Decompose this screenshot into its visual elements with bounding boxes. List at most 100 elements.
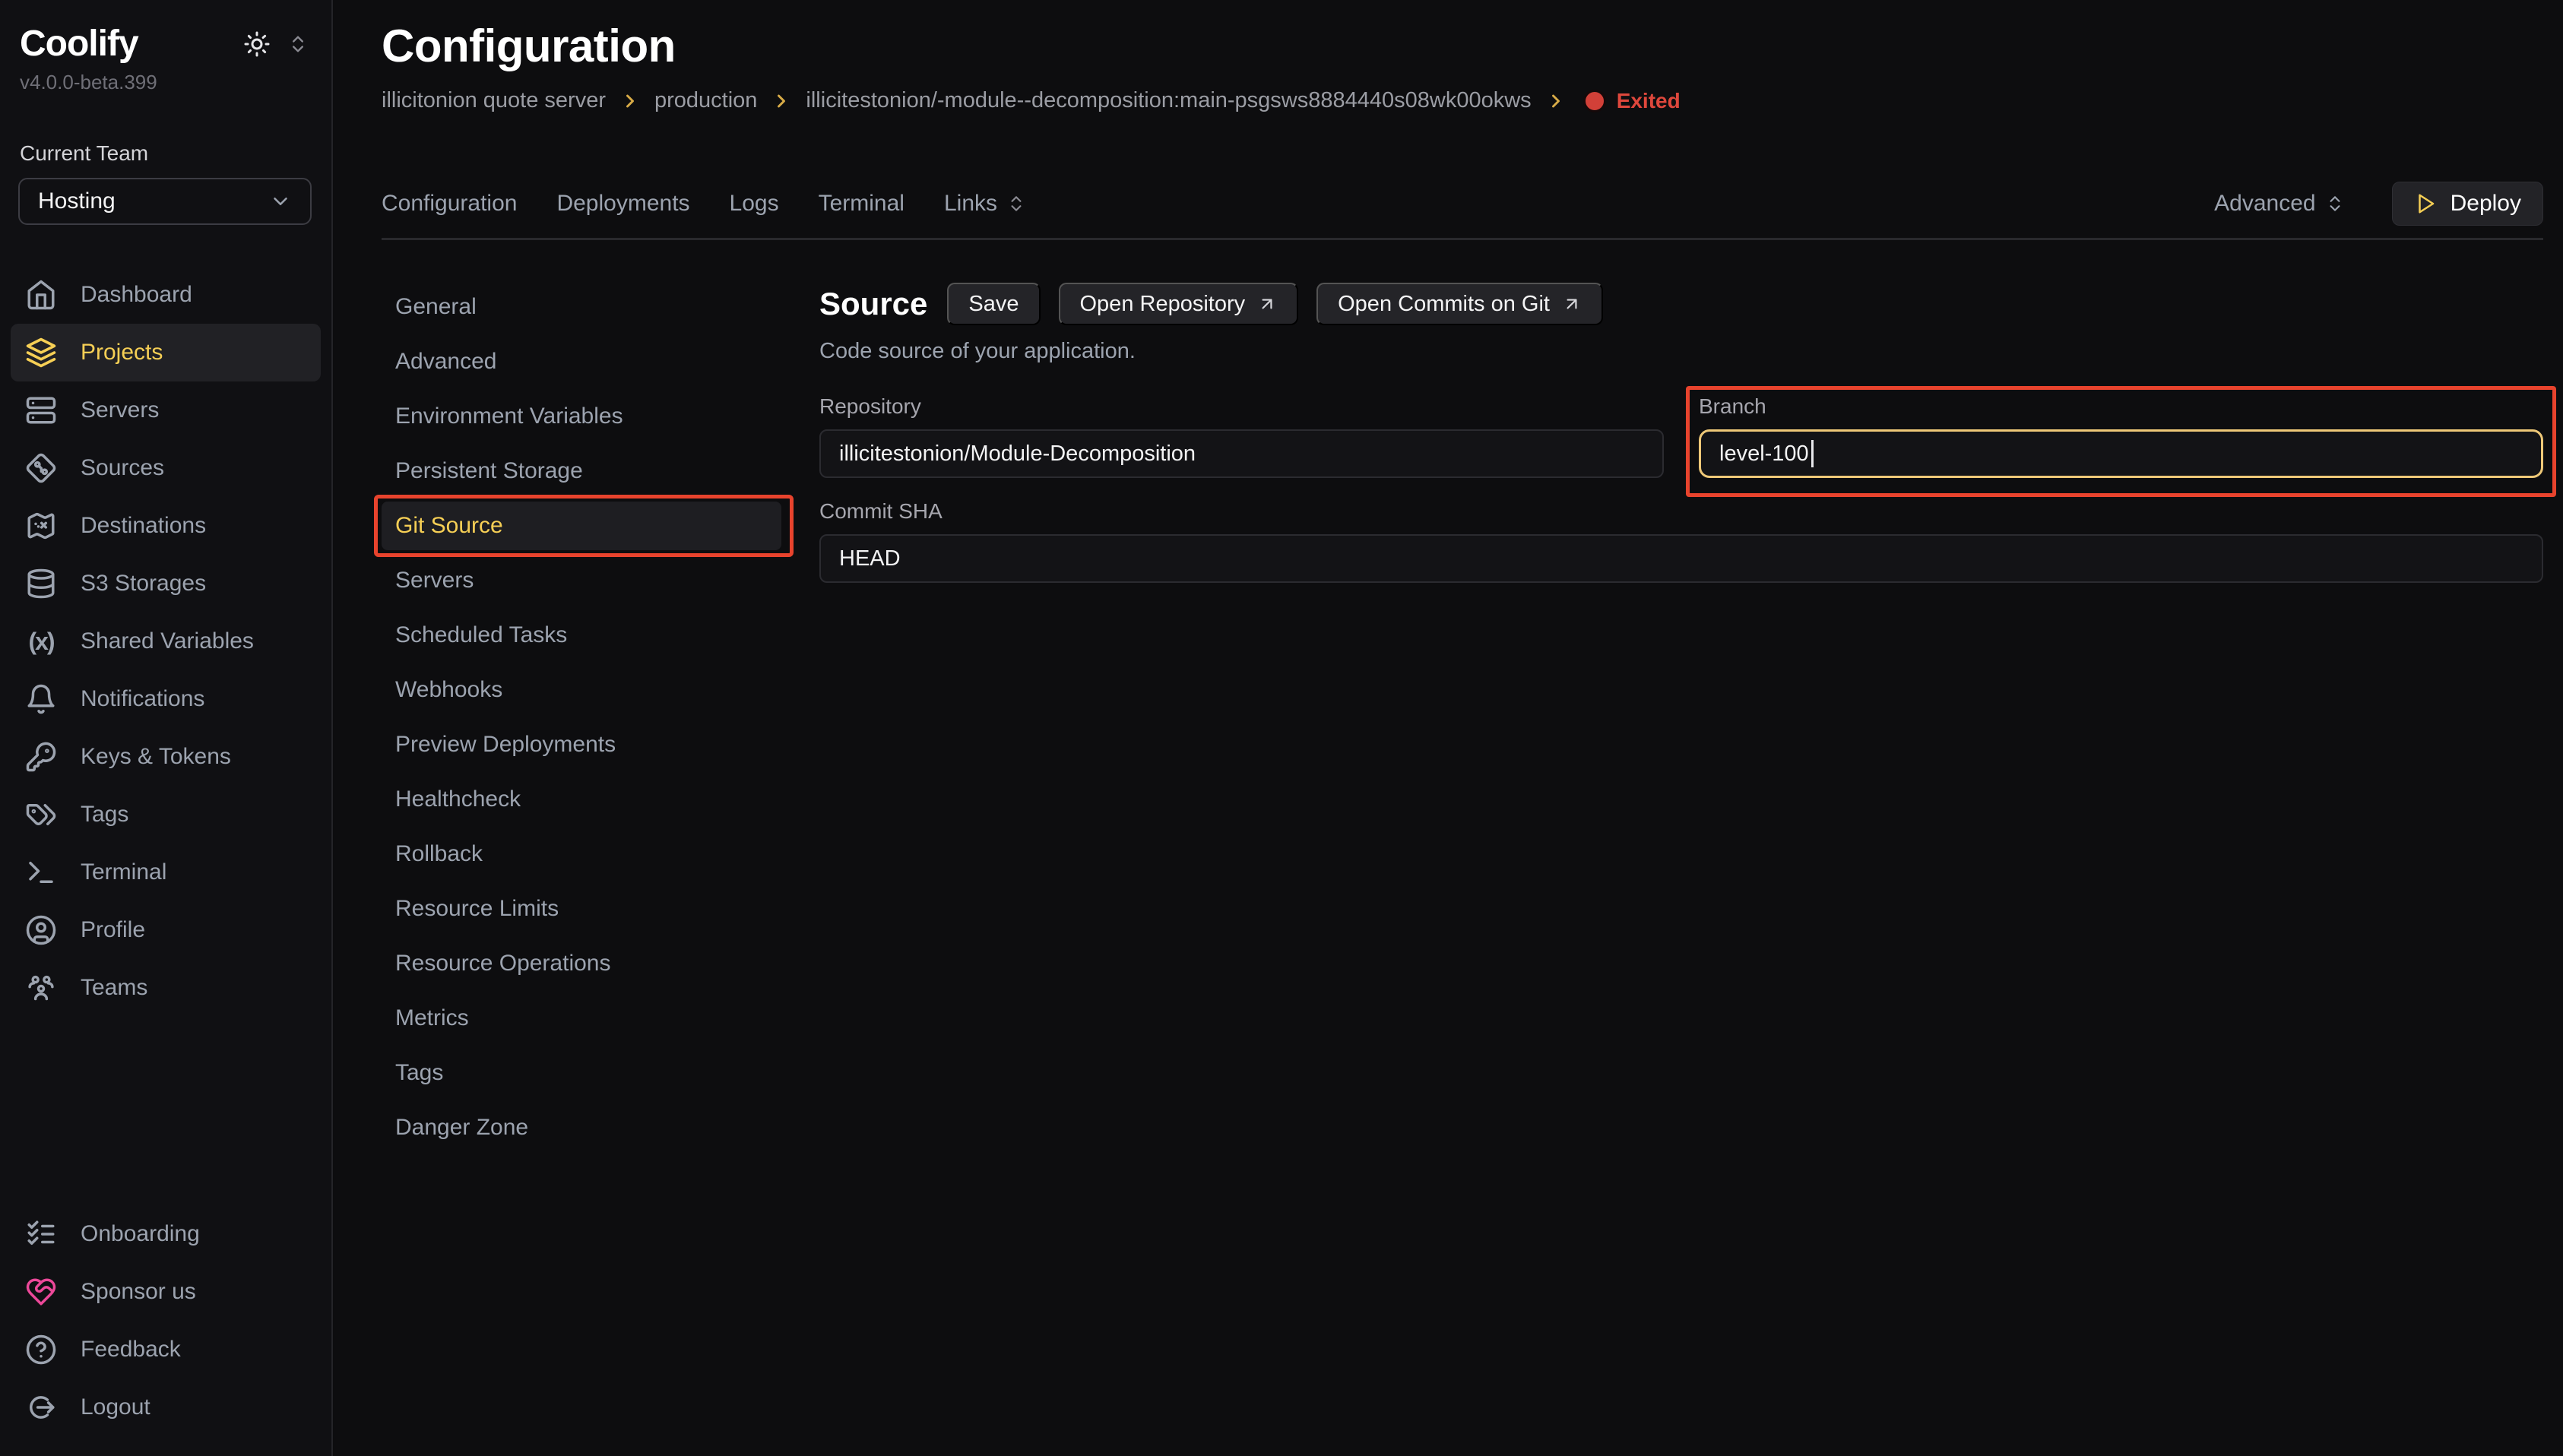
external-link-icon xyxy=(1257,294,1277,314)
chevron-right-icon xyxy=(771,90,792,112)
heart-handshake-icon xyxy=(24,1275,58,1309)
subnav-item-webhooks[interactable]: Webhooks xyxy=(382,663,781,717)
sidebar-item-label: Terminal xyxy=(81,859,166,885)
sidebar-item-feedback[interactable]: Feedback xyxy=(11,1321,321,1378)
subnav-item-environment-variables[interactable]: Environment Variables xyxy=(382,389,781,444)
status-badge: Exited xyxy=(1583,89,1681,113)
text-cursor xyxy=(1811,440,1814,467)
breadcrumb-environment[interactable]: production xyxy=(654,88,757,113)
tab-terminal[interactable]: Terminal xyxy=(819,191,904,217)
open-commits-button[interactable]: Open Commits on Git xyxy=(1316,283,1603,325)
subnav-item-preview-deployments[interactable]: Preview Deployments xyxy=(382,717,781,772)
chevrons-up-down-icon xyxy=(1006,194,1026,214)
sidebar-item-label: Notifications xyxy=(81,686,204,712)
subnav-item-danger-zone[interactable]: Danger Zone xyxy=(382,1100,781,1155)
breadcrumb-project[interactable]: illicitonion quote server xyxy=(382,88,606,113)
breadcrumb: illicitonion quote server production ill… xyxy=(382,88,2543,113)
subnav-item-metrics[interactable]: Metrics xyxy=(382,991,781,1046)
current-team-label: Current Team xyxy=(0,141,331,166)
save-button[interactable]: Save xyxy=(947,283,1040,325)
sidebar-item-sources[interactable]: Sources xyxy=(11,439,321,497)
sidebar-item-label: S3 Storages xyxy=(81,571,206,597)
sidebar-nav: Dashboard Projects Servers Sources Desti… xyxy=(0,266,331,1017)
layers-icon xyxy=(24,336,58,369)
open-repository-button[interactable]: Open Repository xyxy=(1059,283,1299,325)
chevron-right-icon xyxy=(1545,90,1567,112)
sidebar: Coolify v4.0.0-beta.399 Current Team Hos… xyxy=(0,0,333,1456)
status-text: Exited xyxy=(1617,89,1681,113)
database-icon xyxy=(24,567,58,600)
terminal-icon xyxy=(24,856,58,889)
subnav-item-healthcheck[interactable]: Healthcheck xyxy=(382,772,781,827)
repository-field-group: Repository illicitestonion/Module-Decomp… xyxy=(819,394,1664,478)
external-link-icon xyxy=(1562,294,1582,314)
sidebar-item-tags[interactable]: Tags xyxy=(11,786,321,844)
branch-input[interactable]: level-100 xyxy=(1699,429,2543,478)
sidebar-item-profile[interactable]: Profile xyxy=(11,901,321,959)
sidebar-item-label: Keys & Tokens xyxy=(81,744,231,770)
deploy-button[interactable]: Deploy xyxy=(2392,182,2543,226)
variables-icon: (x) xyxy=(24,625,58,658)
branch-label: Branch xyxy=(1699,394,2543,420)
team-select-value: Hosting xyxy=(38,188,116,214)
checklist-icon xyxy=(24,1217,58,1251)
sidebar-item-keys-tokens[interactable]: Keys & Tokens xyxy=(11,728,321,786)
advanced-menu[interactable]: Advanced xyxy=(2214,191,2344,217)
sidebar-item-label: Onboarding xyxy=(81,1221,200,1247)
key-icon xyxy=(24,740,58,774)
sidebar-item-notifications[interactable]: Notifications xyxy=(11,670,321,728)
commit-sha-input[interactable]: HEAD xyxy=(819,534,2543,583)
repository-input[interactable]: illicitestonion/Module-Decomposition xyxy=(819,429,1664,478)
logout-icon xyxy=(24,1391,58,1424)
app-version: v4.0.0-beta.399 xyxy=(0,71,331,94)
subnav-item-scheduled-tasks[interactable]: Scheduled Tasks xyxy=(382,608,781,663)
configuration-subnav: General Advanced Environment Variables P… xyxy=(382,280,807,1155)
subnav-item-persistent-storage[interactable]: Persistent Storage xyxy=(382,444,781,499)
subnav-item-tags[interactable]: Tags xyxy=(382,1046,781,1100)
commit-sha-field-group: Commit SHA HEAD xyxy=(819,499,2543,583)
subnav-item-servers[interactable]: Servers xyxy=(382,553,781,608)
sidebar-item-onboarding[interactable]: Onboarding xyxy=(11,1205,321,1263)
sidebar-item-label: Dashboard xyxy=(81,282,192,308)
map-icon xyxy=(24,509,58,543)
tab-logs[interactable]: Logs xyxy=(730,191,779,217)
breadcrumb-application[interactable]: illicitestonion/-module--decomposition:m… xyxy=(806,88,1531,113)
sidebar-item-label: Tags xyxy=(81,802,128,828)
sidebar-item-label: Sources xyxy=(81,455,164,481)
sidebar-item-terminal[interactable]: Terminal xyxy=(11,844,321,901)
chevrons-up-down-icon xyxy=(2325,194,2345,214)
sidebar-item-servers[interactable]: Servers xyxy=(11,381,321,439)
sidebar-item-s3-storages[interactable]: S3 Storages xyxy=(11,555,321,612)
server-icon xyxy=(24,394,58,427)
branch-field-group: Branch level-100 xyxy=(1699,394,2543,478)
user-icon xyxy=(24,913,58,947)
subnav-item-git-source[interactable]: Git Source xyxy=(382,502,781,550)
tabs-divider xyxy=(382,238,2543,240)
subnav-item-resource-operations[interactable]: Resource Operations xyxy=(382,936,781,991)
sidebar-item-destinations[interactable]: Destinations xyxy=(11,497,321,555)
sidebar-item-teams[interactable]: Teams xyxy=(11,959,321,1017)
main-content: Configuration illicitonion quote server … xyxy=(333,0,2563,1456)
users-icon xyxy=(24,971,58,1005)
subnav-item-general[interactable]: General xyxy=(382,280,781,334)
subnav-item-resource-limits[interactable]: Resource Limits xyxy=(382,882,781,936)
status-dot-icon xyxy=(1583,90,1606,112)
repository-label: Repository xyxy=(819,394,1664,420)
theme-sun-icon[interactable] xyxy=(243,30,271,58)
tab-configuration[interactable]: Configuration xyxy=(382,191,517,217)
subnav-item-advanced[interactable]: Advanced xyxy=(382,334,781,389)
sidebar-item-projects[interactable]: Projects xyxy=(11,324,321,381)
tab-deployments[interactable]: Deployments xyxy=(556,191,689,217)
help-circle-icon xyxy=(24,1333,58,1366)
sidebar-item-dashboard[interactable]: Dashboard xyxy=(11,266,321,324)
sidebar-item-logout[interactable]: Logout xyxy=(11,1378,321,1436)
tab-links[interactable]: Links xyxy=(944,191,1026,217)
commit-sha-label: Commit SHA xyxy=(819,499,2543,525)
sidebar-item-shared-variables[interactable]: (x) Shared Variables xyxy=(11,612,321,670)
team-select[interactable]: Hosting xyxy=(18,178,312,225)
subnav-item-rollback[interactable]: Rollback xyxy=(382,827,781,882)
sidebar-item-sponsor-us[interactable]: Sponsor us xyxy=(11,1263,321,1321)
source-heading: Source xyxy=(819,286,927,322)
chevrons-up-down-icon[interactable] xyxy=(287,33,309,55)
sidebar-item-label: Servers xyxy=(81,397,159,423)
